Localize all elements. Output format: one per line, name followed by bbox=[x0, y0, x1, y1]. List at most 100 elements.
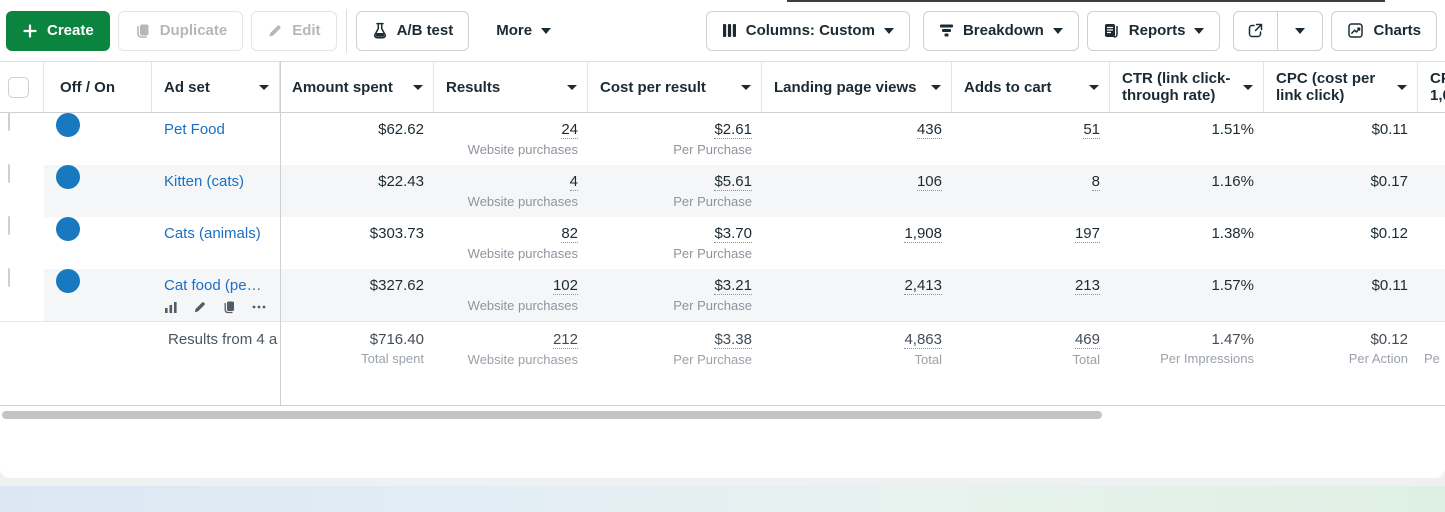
toolbar-divider bbox=[346, 9, 347, 53]
table-header-row: Off / On Ad set Amount spent Results Cos… bbox=[0, 61, 1445, 113]
sort-caret-icon[interactable] bbox=[1089, 85, 1099, 90]
results-subtext: Website purchases bbox=[468, 246, 578, 262]
reports-button[interactable]: Reports bbox=[1087, 11, 1221, 51]
select-all-checkbox[interactable] bbox=[8, 77, 29, 98]
view-charts-icon[interactable] bbox=[164, 300, 178, 314]
cpc-value: $0.12 bbox=[1370, 225, 1408, 242]
row-checkbox[interactable] bbox=[8, 268, 10, 287]
header-amount-spent[interactable]: Amount spent bbox=[280, 62, 434, 112]
cost-per-result-label: Cost per result bbox=[600, 79, 706, 96]
sort-caret-icon[interactable] bbox=[1243, 85, 1253, 90]
header-ctr[interactable]: CTR (link click- through rate) bbox=[1110, 62, 1264, 112]
ad-set-link[interactable]: Cat food (pe… bbox=[164, 277, 262, 294]
edit-label: Edit bbox=[292, 22, 320, 39]
sort-caret-icon[interactable] bbox=[413, 85, 423, 90]
chevron-down-icon bbox=[1295, 28, 1305, 34]
chevron-down-icon bbox=[541, 28, 551, 34]
plus-icon bbox=[22, 23, 38, 39]
avg-cost-per-result-value: $3.38 bbox=[714, 331, 752, 349]
header-off-on: Off / On bbox=[44, 62, 152, 112]
landing-page-views-label: Landing page views bbox=[774, 79, 917, 96]
table-row: Kitten (cats) $22.43 4Website purchases … bbox=[0, 165, 1445, 217]
ab-test-button[interactable]: A/B test bbox=[356, 11, 470, 51]
cost-per-result-value: $5.61 bbox=[714, 173, 752, 191]
sort-caret-icon[interactable] bbox=[259, 85, 269, 90]
results-subtext: Website purchases bbox=[468, 142, 578, 158]
adds-to-cart-value: 197 bbox=[1075, 225, 1100, 243]
sort-caret-icon[interactable] bbox=[741, 85, 751, 90]
create-label: Create bbox=[47, 22, 94, 39]
ad-set-link[interactable]: Cats (animals) bbox=[164, 225, 261, 242]
total-adds-to-cart-value: 469 bbox=[1075, 331, 1100, 349]
header-cost-per-result[interactable]: Cost per result bbox=[588, 62, 762, 112]
amount-spent-value: $303.73 bbox=[370, 225, 424, 242]
edit-button[interactable]: Edit bbox=[251, 11, 336, 51]
header-ad-set[interactable]: Ad set bbox=[152, 62, 280, 112]
ctr-label: CTR (link click- through rate) bbox=[1122, 70, 1230, 104]
create-button[interactable]: Create bbox=[6, 11, 110, 51]
off-on-label: Off / On bbox=[60, 79, 115, 96]
row-checkbox[interactable] bbox=[8, 216, 10, 235]
header-results[interactable]: Results bbox=[434, 62, 588, 112]
avg-ctr-value: 1.47% bbox=[1211, 331, 1254, 348]
page-background-gradient bbox=[0, 486, 1445, 512]
cost-per-result-subtext: Per Purchase bbox=[673, 298, 752, 314]
cutoff-popover-edge bbox=[787, 0, 1385, 2]
amount-spent-value: $62.62 bbox=[378, 121, 424, 138]
chevron-down-icon bbox=[884, 28, 894, 34]
adds-to-cart-value: 8 bbox=[1092, 173, 1100, 191]
landing-page-views-value: 106 bbox=[917, 173, 942, 191]
total-adds-to-cart-subtext: Total bbox=[1073, 352, 1100, 368]
header-landing-page-views[interactable]: Landing page views bbox=[762, 62, 952, 112]
export-options-button[interactable] bbox=[1278, 12, 1322, 50]
ctr-value: 1.51% bbox=[1211, 121, 1254, 138]
cost-per-result-value: $3.70 bbox=[714, 225, 752, 243]
flask-icon bbox=[372, 22, 388, 39]
duplicate-icon[interactable] bbox=[222, 300, 236, 314]
charts-button[interactable]: Charts bbox=[1331, 11, 1437, 51]
ad-set-label: Ad set bbox=[164, 79, 210, 96]
breakdown-button[interactable]: Breakdown bbox=[923, 11, 1079, 51]
landing-page-views-value: 2,413 bbox=[904, 277, 942, 295]
sort-caret-icon[interactable] bbox=[931, 85, 941, 90]
adds-to-cart-value: 213 bbox=[1075, 277, 1100, 295]
header-adds-to-cart[interactable]: Adds to cart bbox=[952, 62, 1110, 112]
charts-label: Charts bbox=[1373, 22, 1421, 39]
duplicate-button[interactable]: Duplicate bbox=[118, 11, 244, 51]
cpc-value: $0.11 bbox=[1372, 277, 1408, 294]
more-options-ellipsis-icon[interactable] bbox=[251, 300, 267, 314]
total-results-value: 212 bbox=[553, 331, 578, 349]
pencil-icon bbox=[267, 23, 283, 39]
total-spent-value: $716.40 bbox=[370, 331, 424, 348]
actions-toolbar: Create Duplicate Edit A/B bbox=[0, 0, 1445, 61]
charts-icon bbox=[1347, 22, 1364, 39]
total-spent-subtext: Total spent bbox=[361, 351, 424, 367]
results-value: 82 bbox=[561, 225, 578, 243]
summary-row: Results from 4 a $716.40Total spent 212W… bbox=[0, 321, 1445, 406]
row-checkbox[interactable] bbox=[8, 112, 10, 131]
export-button[interactable] bbox=[1234, 12, 1278, 50]
ad-set-link[interactable]: Pet Food bbox=[164, 121, 225, 138]
cost-per-result-value: $3.21 bbox=[714, 277, 752, 295]
more-button[interactable]: More bbox=[482, 11, 565, 51]
header-cpc[interactable]: CPC (cost per link click) bbox=[1264, 62, 1418, 112]
horizontal-scrollbar[interactable] bbox=[2, 411, 1102, 419]
sort-caret-icon[interactable] bbox=[1397, 85, 1407, 90]
more-label: More bbox=[496, 22, 532, 39]
total-landing-page-views-subtext: Total bbox=[915, 352, 942, 368]
avg-cost-per-result-subtext: Per Purchase bbox=[673, 352, 752, 368]
reports-icon bbox=[1103, 22, 1120, 39]
edit-pencil-icon[interactable] bbox=[193, 300, 207, 314]
landing-page-views-value: 436 bbox=[917, 121, 942, 139]
avg-cpc-value: $0.12 bbox=[1370, 331, 1408, 348]
columns-button[interactable]: Columns: Custom bbox=[706, 11, 910, 51]
row-checkbox[interactable] bbox=[8, 164, 10, 183]
avg-ctr-subtext: Per Impressions bbox=[1160, 351, 1254, 367]
amount-spent-value: $327.62 bbox=[370, 277, 424, 294]
sort-caret-icon[interactable] bbox=[567, 85, 577, 90]
toggle-knob bbox=[56, 113, 80, 137]
adds-to-cart-value: 51 bbox=[1083, 121, 1100, 139]
toggle-knob bbox=[56, 165, 80, 189]
header-cpm-clipped[interactable]: CP 1,0 bbox=[1418, 62, 1445, 112]
ad-set-link[interactable]: Kitten (cats) bbox=[164, 173, 244, 190]
